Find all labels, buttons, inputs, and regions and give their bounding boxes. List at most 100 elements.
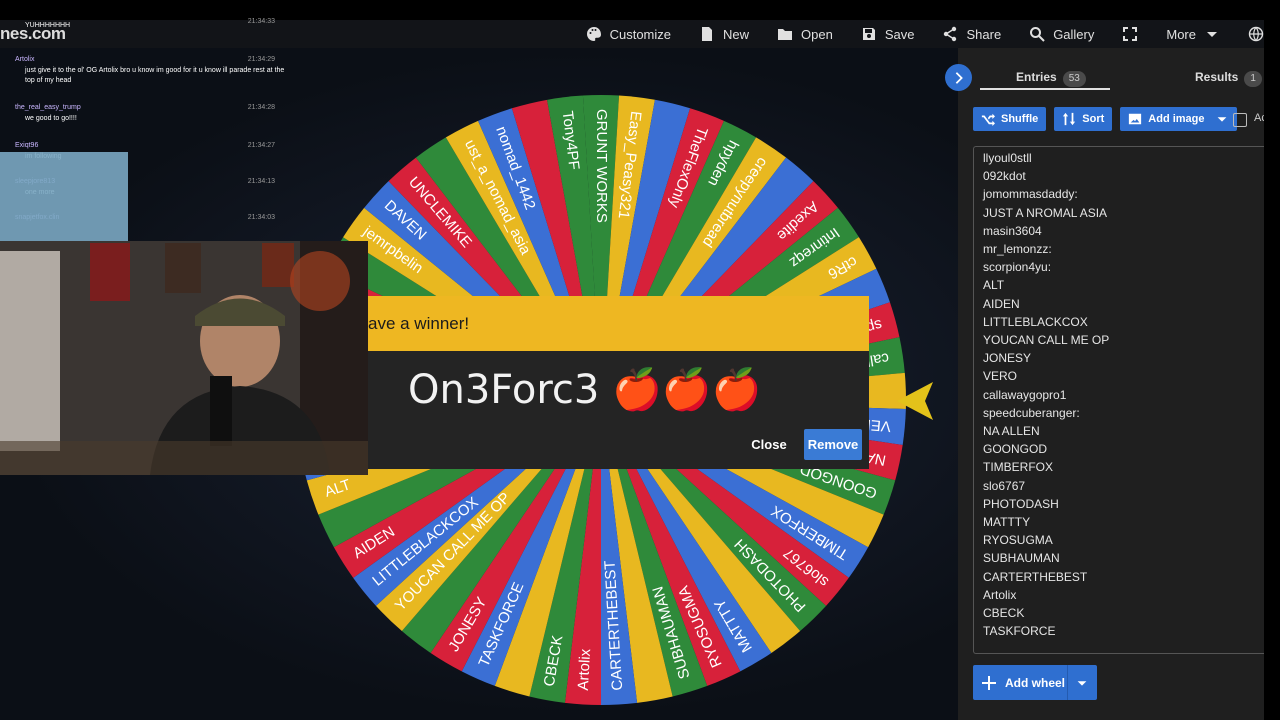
plus-icon [982, 675, 996, 690]
active-tab-indicator [980, 88, 1110, 90]
entry-line: TIMBERFOX [983, 460, 1054, 475]
chat-text: YUHHHHHHH [25, 22, 71, 29]
palette-icon [586, 27, 601, 41]
share-label: Share [966, 26, 1002, 42]
advanced-checkbox[interactable] [1233, 113, 1247, 127]
add-wheel-label: Add wheel [1005, 675, 1066, 690]
add-image-label: Add image [1148, 113, 1205, 125]
entry-line: NA ALLEN [983, 424, 1040, 438]
chevron-down-icon[interactable] [1075, 676, 1089, 690]
webcam-overlay [0, 241, 368, 475]
save-label: Save [884, 26, 915, 42]
sort-label: Sort [1082, 113, 1105, 125]
entry-line: RYOSUGMA [983, 533, 1053, 548]
winner-dialog: ave a winner! On3Forc3 🍎🍎🍎 Close Remove [368, 296, 869, 469]
save-icon [862, 28, 875, 40]
entry-line: speedcuberanger: [983, 405, 1080, 420]
entry-actions: Shuffle Sort Add image [973, 107, 1237, 131]
tab-results[interactable]: Results 1 [1195, 62, 1262, 92]
chat-username: Exiqt96 [15, 142, 39, 149]
chat-username: the_real_easy_trump [15, 104, 81, 111]
image-icon [1129, 113, 1142, 125]
wheel-label: Artolix [575, 648, 594, 691]
entry-line: VERO [983, 369, 1018, 384]
language-button[interactable] [1248, 26, 1264, 42]
chat-message: Artolix 21:34:29 just give it to the ol' O… [15, 56, 285, 86]
entry-line: CBECK [983, 606, 1025, 620]
share-button[interactable]: Share [942, 26, 1001, 42]
shuffle-icon [981, 113, 995, 126]
add-image-button[interactable]: Add image [1120, 107, 1237, 131]
chat-message: the_real_easy_trump 21:34:28 we good to go… [15, 104, 285, 124]
chat-message: 21:34:33 YUHHHHHHH [15, 18, 285, 31]
remove-button[interactable]: Remove [804, 429, 862, 460]
fullscreen-icon [1123, 27, 1138, 41]
entry-line: scorpion4yu: [983, 260, 1052, 275]
new-label: New [723, 26, 750, 42]
entry-line: AIDEN [983, 296, 1020, 311]
chat-timestamp: 21:34:33 [247, 18, 275, 25]
entries-count-badge: 53 [1062, 71, 1086, 87]
folder-icon [778, 29, 793, 40]
entry-line: Artolix [983, 587, 1017, 602]
chevron-down-icon [1207, 32, 1217, 37]
gallery-label: Gallery [1053, 26, 1095, 42]
open-label: Open [801, 26, 833, 42]
customize-label: Customize [609, 26, 672, 42]
collapse-panel-button[interactable] [945, 64, 972, 91]
chat-timestamp: 21:34:13 [247, 178, 275, 185]
more-label: More [1166, 26, 1196, 42]
chat-text: we good to go!!!! [25, 115, 77, 122]
entry-line: MATTTY [983, 515, 1031, 529]
entry-line: JONESY [983, 351, 1032, 366]
chat-timestamp: 21:34:28 [247, 104, 275, 111]
right-edge [1264, 0, 1280, 720]
sort-button[interactable]: Sort [1054, 107, 1113, 131]
entry-line: LITTLEBLACKCOX [983, 314, 1088, 329]
more-menu-button[interactable]: More [1166, 26, 1220, 42]
tab-results-label: Results [1195, 70, 1239, 84]
wheel-pointer-icon [897, 382, 933, 420]
results-count-badge: 1 [1244, 71, 1262, 87]
entry-line: SUBHAUMAN [983, 551, 1060, 566]
button-separator [1067, 665, 1068, 700]
side-panel: Entries 53 Results 1 Shuffle Sort Add imag… [958, 48, 1267, 720]
chat-timestamp: 21:34:29 [247, 56, 275, 63]
entry-line: GOONGOD [983, 442, 1048, 457]
new-button[interactable]: New [699, 26, 749, 42]
entry-line: llyoul0stll [983, 151, 1032, 165]
close-button[interactable]: Close [746, 429, 792, 460]
chat-username: Artolix [15, 56, 35, 63]
fullscreen-button[interactable] [1122, 26, 1138, 42]
entry-line: PHOTODASH [983, 496, 1059, 511]
add-wheel-button[interactable]: Add wheel [973, 665, 1097, 700]
globe-icon [1248, 26, 1264, 42]
main-menu: Customize New Open Save Share Gallery Mo… [558, 20, 1264, 48]
dialog-header: ave a winner! [368, 296, 869, 351]
new-file-icon [702, 27, 713, 41]
entry-line: mr_lemonzz: [983, 242, 1052, 256]
tab-entries-label: Entries [1016, 70, 1057, 84]
save-button[interactable]: Save [861, 26, 915, 42]
entry-line: ALT [983, 278, 1005, 293]
gallery-button[interactable]: Gallery [1029, 26, 1094, 42]
entry-line: CARTERTHEBEST [983, 569, 1088, 584]
shuffle-button[interactable]: Shuffle [973, 107, 1047, 131]
open-button[interactable]: Open [777, 26, 833, 42]
chevron-down-icon [1217, 117, 1226, 122]
entry-line: TASKFORCE [983, 624, 1056, 639]
chat-timestamp: 21:34:03 [247, 214, 275, 221]
share-icon [944, 26, 957, 42]
winner-name: On3Forc3 🍎🍎🍎 [408, 367, 762, 413]
chat-text: just give it to the ol' OG Artolix bro u… [25, 67, 285, 84]
entry-line: jomommasdaddy: [983, 187, 1078, 202]
entries-textarea[interactable]: llyoul0stll 092kdot jomommasdaddy: JUST A N… [973, 146, 1265, 654]
entry-line: callawaygopro1 [983, 387, 1067, 402]
game-thumbnail [0, 152, 128, 242]
search-icon [1030, 27, 1045, 42]
sort-icon [1063, 112, 1076, 126]
customize-button[interactable]: Customize [586, 26, 671, 42]
chat-timestamp: 21:34:27 [247, 142, 275, 149]
shuffle-label: Shuffle [1001, 113, 1039, 125]
streamer-image [0, 241, 368, 475]
